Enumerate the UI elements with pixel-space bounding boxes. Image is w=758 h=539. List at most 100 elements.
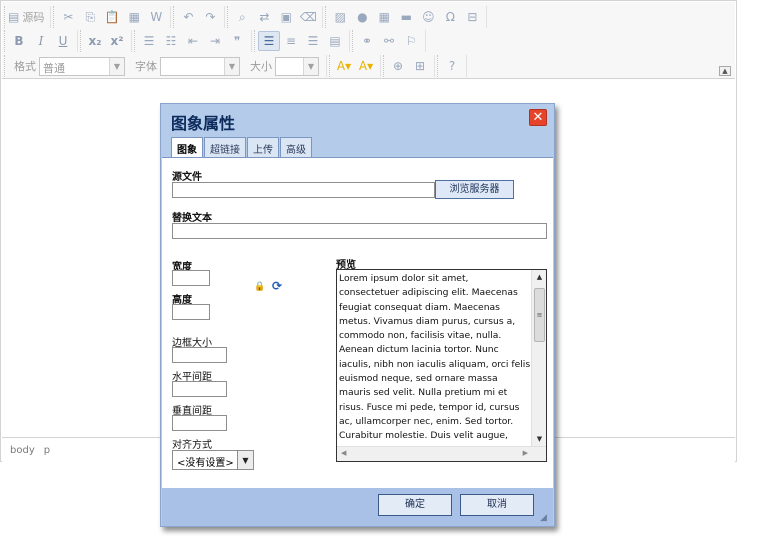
undo-icon: ↶	[183, 10, 194, 24]
special-char-button[interactable]: Ω	[439, 7, 461, 27]
paste-text-button[interactable]: ▦	[123, 7, 145, 27]
outdent-button[interactable]: ⇤	[182, 31, 204, 51]
align-select[interactable]: <没有设置> ▼	[172, 450, 254, 470]
find-button[interactable]: ⌕	[231, 7, 253, 27]
format-label: 格式	[14, 60, 36, 73]
indent-icon: ⇥	[209, 34, 221, 48]
superscript-button[interactable]: x²	[106, 31, 128, 51]
scroll-thumb[interactable]: ≡	[534, 288, 545, 342]
align-center-button[interactable]: ≡	[280, 31, 302, 51]
paste-button[interactable]: 📋	[101, 7, 123, 27]
underline-button[interactable]: U	[52, 31, 74, 51]
omega-icon: Ω	[445, 10, 455, 24]
border-input[interactable]	[172, 347, 227, 363]
paste-word-button[interactable]: W	[145, 7, 167, 27]
size-combo[interactable]: ▼	[275, 56, 319, 76]
scroll-down-icon[interactable]: ▼	[532, 432, 546, 446]
hspace-input[interactable]	[172, 381, 227, 397]
format-combo[interactable]: 普通 ▼	[39, 56, 125, 76]
image-button[interactable]: ▨	[329, 7, 351, 27]
align-right-button[interactable]: ☰	[302, 31, 324, 51]
image-properties-dialog: 图象属性 ✕ 图象 超链接 上传 高级 源文件 浏览服务器 替换文本 宽度 高度…	[160, 103, 555, 527]
redo-button[interactable]: ↷	[199, 7, 221, 27]
close-icon[interactable]: ✕	[529, 109, 547, 126]
indent-button[interactable]: ⇥	[204, 31, 226, 51]
vspace-input[interactable]	[172, 415, 227, 431]
table-button[interactable]: ▦	[373, 7, 395, 27]
ok-button[interactable]: 确定	[378, 494, 452, 516]
justify-icon: ▤	[329, 34, 341, 48]
cancel-button[interactable]: 取消	[460, 494, 534, 516]
smiley-button[interactable]: ☺	[417, 7, 439, 27]
about-button[interactable]: ?	[441, 56, 463, 76]
size-value	[276, 58, 303, 75]
numbered-list-button[interactable]: ☰	[138, 31, 160, 51]
anchor-button[interactable]: ⚐	[400, 31, 422, 51]
collapse-toolbar-button[interactable]: ▲	[719, 66, 731, 76]
numbered-list-icon: ☰	[143, 34, 155, 48]
cut-button[interactable]: ✂	[57, 7, 79, 27]
remove-format-button[interactable]: ⌫	[297, 7, 319, 27]
bg-color-button[interactable]: A▾	[355, 56, 377, 76]
justify-button[interactable]: ▤	[324, 31, 346, 51]
reset-size-icon[interactable]: ⟳	[272, 279, 282, 293]
alt-text-input[interactable]	[172, 223, 547, 239]
align-center-icon: ≡	[285, 34, 297, 48]
flash-button[interactable]: ●	[351, 7, 373, 27]
path-item-p[interactable]: p	[44, 445, 50, 456]
horizontal-rule-button[interactable]: ▬	[395, 7, 417, 27]
bulleted-list-icon: ☷	[165, 34, 177, 48]
paste-text-icon: ▦	[128, 10, 141, 24]
dialog-footer: 确定 取消 ◢	[162, 488, 553, 526]
align-left-button[interactable]: ☰	[258, 31, 280, 51]
scroll-left-icon[interactable]: ◀	[341, 449, 346, 457]
page-break-button[interactable]: ⊟	[461, 7, 483, 27]
unlink-button[interactable]: ⚯	[378, 31, 400, 51]
browse-server-button[interactable]: 浏览服务器	[435, 180, 514, 199]
align-label: 对齐方式	[172, 440, 212, 451]
path-item-body[interactable]: body	[10, 445, 35, 456]
height-input[interactable]	[172, 304, 210, 320]
blockquote-button[interactable]: ❞	[226, 31, 248, 51]
link-icon: ⚭	[361, 34, 373, 48]
toolbar-row-2: B I Ux₂ x² ☰ ☷ ⇤ ⇥ ❞ ☰ ≡ ☰ ▤ ⚭ ⚯ ⚐	[2, 29, 735, 53]
tab-link[interactable]: 超链接	[204, 137, 246, 157]
quote-icon: ❞	[233, 34, 241, 48]
replace-button[interactable]: ⇄	[253, 7, 275, 27]
text-color-icon: A▾	[336, 59, 352, 73]
underline-icon: U	[58, 34, 68, 48]
preview-horizontal-scrollbar[interactable]: ◀ ▶	[337, 446, 546, 461]
tab-image[interactable]: 图象	[171, 137, 203, 158]
italic-button[interactable]: I	[30, 31, 52, 51]
bulleted-list-button[interactable]: ☷	[160, 31, 182, 51]
scroll-up-icon[interactable]: ▲	[532, 270, 546, 284]
copy-button[interactable]: ⎘	[79, 7, 101, 27]
link-button[interactable]: ⚭	[356, 31, 378, 51]
width-input[interactable]	[172, 270, 210, 286]
show-blocks-icon: ⊞	[414, 59, 426, 73]
bold-button[interactable]: B	[8, 31, 30, 51]
show-blocks-button[interactable]: ⊞	[409, 56, 431, 76]
tab-advanced[interactable]: 高级	[280, 137, 312, 157]
tab-upload[interactable]: 上传	[247, 137, 279, 157]
text-color-button[interactable]: A▾	[333, 56, 355, 76]
image-preview[interactable]: Lorem ipsum dolor sit amet, consectetuer…	[336, 269, 547, 462]
source-button[interactable]: ▤ 源码	[8, 7, 47, 27]
preview-vertical-scrollbar[interactable]: ▲ ≡ ▼	[531, 270, 546, 446]
lock-icon[interactable]: 🔒	[254, 282, 265, 292]
paste-word-icon: W	[150, 10, 163, 24]
resize-grip-icon[interactable]: ◢	[540, 513, 550, 523]
maximize-button[interactable]: ⊕	[387, 56, 409, 76]
toolbar-row-3: 格式 普通 ▼ 字体 ▼ 大小 ▼ A▾ A▾ ⊕ ⊞?	[2, 54, 735, 78]
subscript-button[interactable]: x₂	[84, 31, 106, 51]
toolbar-group: BIU	[4, 30, 78, 52]
preview-text: Lorem ipsum dolor sit amet, consectetuer…	[339, 273, 531, 447]
scroll-right-icon[interactable]: ▶	[523, 449, 528, 457]
source-icon: ▤	[8, 10, 20, 24]
source-input[interactable]	[172, 182, 435, 198]
font-combo[interactable]: ▼	[160, 56, 240, 76]
undo-button[interactable]: ↶	[177, 7, 199, 27]
select-all-icon: ▣	[280, 10, 293, 24]
select-all-button[interactable]: ▣	[275, 7, 297, 27]
toolbar-group: ?	[437, 55, 467, 77]
